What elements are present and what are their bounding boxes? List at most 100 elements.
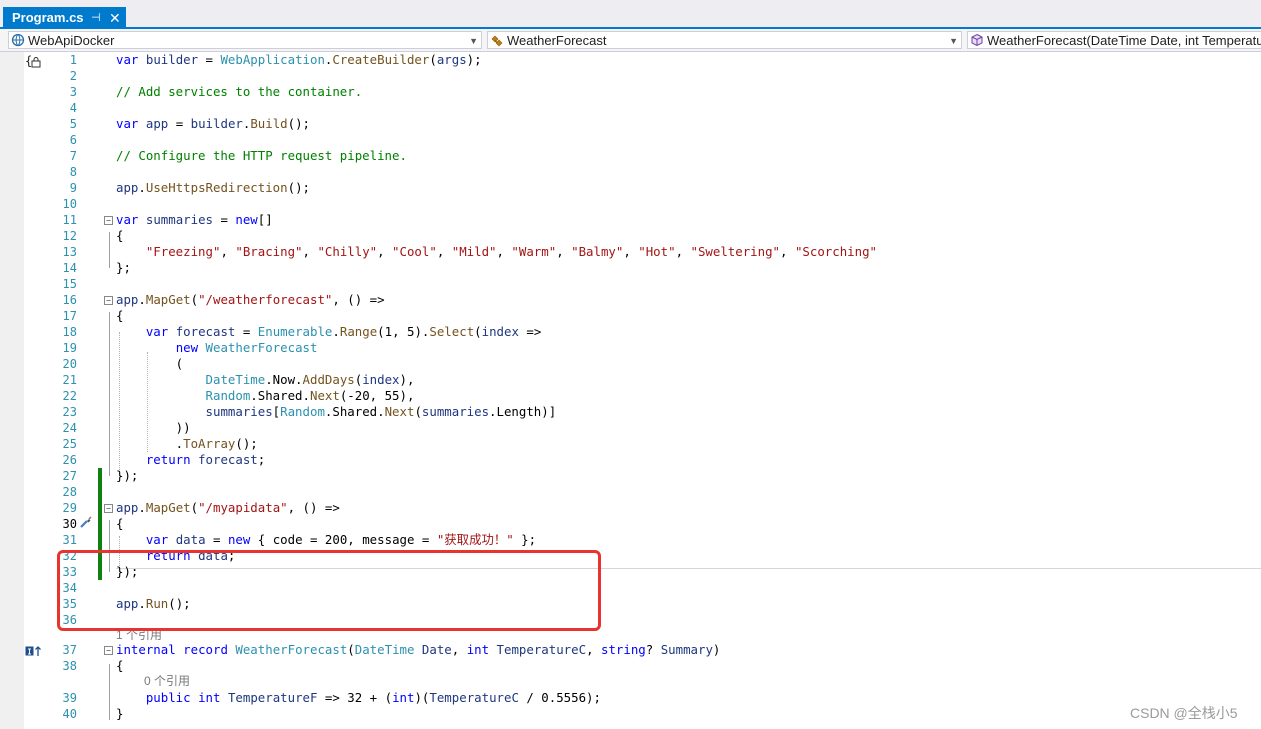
code-line[interactable]: 2 — [0, 68, 1261, 84]
pin-icon[interactable]: ⊣ — [91, 7, 101, 29]
line-number: 2 — [69, 69, 77, 83]
code-line[interactable]: 25 .ToArray(); — [0, 436, 1261, 452]
code-line[interactable]: 9 app.UseHttpsRedirection(); — [0, 180, 1261, 196]
code-text: { — [116, 516, 124, 531]
code-line[interactable]: 39 public int TemperatureF => 32 + (int)… — [0, 690, 1261, 706]
collapse-icon[interactable]: − — [104, 646, 113, 655]
code-text: ( — [116, 356, 184, 371]
code-line[interactable]: 30 { — [0, 516, 1261, 532]
document-tab-strip: Program.cs ⊣ ✕ — [0, 0, 1261, 29]
code-line[interactable]: 10 — [0, 196, 1261, 212]
code-text: .ToArray(); — [116, 436, 258, 451]
line-number: 4 — [69, 101, 77, 115]
collapse-icon[interactable]: − — [104, 296, 113, 305]
line-number: 29 — [62, 501, 77, 515]
chevron-down-icon: ▼ — [949, 36, 958, 46]
code-line[interactable]: 20 ( — [0, 356, 1261, 372]
code-line[interactable]: 40} — [0, 706, 1261, 722]
annotation-highlight-box — [57, 550, 601, 631]
code-line[interactable]: 15 — [0, 276, 1261, 292]
watermark: CSDN @全栈小5 — [1130, 705, 1238, 721]
code-text: // Configure the HTTP request pipeline. — [116, 148, 407, 163]
code-editor[interactable]: { 1 个引用 0 个引用 1 var builder = WebApplicat… — [0, 52, 1261, 729]
code-line[interactable]: 17 { — [0, 308, 1261, 324]
code-line[interactable]: 24 )) — [0, 420, 1261, 436]
line-number: 5 — [69, 117, 77, 131]
line-number: 8 — [69, 165, 77, 179]
code-text: )) — [116, 420, 191, 435]
line-number: 9 — [69, 181, 77, 195]
tab-program-cs[interactable]: Program.cs ⊣ ✕ — [3, 7, 126, 29]
line-number: 11 — [62, 213, 77, 227]
code-line[interactable]: 13 "Freezing", "Bracing", "Chilly", "Coo… — [0, 244, 1261, 260]
type-dropdown[interactable]: WeatherForecast ▼ — [487, 31, 962, 49]
code-line[interactable]: 3 // Add services to the container. — [0, 84, 1261, 100]
code-text: var builder = WebApplication.CreateBuild… — [116, 52, 482, 67]
line-number: 38 — [62, 659, 77, 673]
line-number: 6 — [69, 133, 77, 147]
line-number: 24 — [62, 421, 77, 435]
code-line[interactable]: 22 Random.Shared.Next(-20, 55), — [0, 388, 1261, 404]
code-text: var forecast = Enumerable.Range(1, 5).Se… — [145, 324, 542, 339]
code-line[interactable]: 23 summaries[Random.Shared.Next(summarie… — [0, 404, 1261, 420]
line-number: 3 — [69, 85, 77, 99]
code-line[interactable]: 21 DateTime.Now.AddDays(index), — [0, 372, 1261, 388]
code-line[interactable]: 31 var data = new { code = 200, message … — [0, 532, 1261, 548]
member-dropdown-label: WeatherForecast(DateTime Date, int Tempe… — [987, 33, 1261, 48]
line-number: 23 — [62, 405, 77, 419]
csharp-project-icon — [11, 33, 25, 47]
code-line[interactable]: 6 — [0, 132, 1261, 148]
line-number: 25 — [62, 437, 77, 451]
code-text: app.UseHttpsRedirection(); — [116, 180, 310, 195]
line-number: 31 — [62, 533, 77, 547]
line-number: 14 — [62, 261, 77, 275]
code-line[interactable]: 29 − app.MapGet("/myapidata", () => — [0, 500, 1261, 516]
code-line[interactable]: 19 new WeatherForecast — [0, 340, 1261, 356]
code-line[interactable]: 11 − var summaries = new[] — [0, 212, 1261, 228]
line-number: 18 — [62, 325, 77, 339]
code-line[interactable]: 28 — [0, 484, 1261, 500]
code-line[interactable]: 5 var app = builder.Build(); — [0, 116, 1261, 132]
line-number: 13 — [62, 245, 77, 259]
code-line[interactable]: 8 — [0, 164, 1261, 180]
code-text: { — [116, 228, 124, 243]
tab-title: Program.cs — [12, 10, 84, 25]
code-text: internal record WeatherForecast(DateTime… — [116, 642, 721, 657]
line-number: 19 — [62, 341, 77, 355]
line-number: 28 — [62, 485, 77, 499]
type-dropdown-label: WeatherForecast — [507, 33, 607, 48]
code-line[interactable]: 1 var builder = WebApplication.CreateBuil… — [0, 52, 1261, 68]
project-dropdown[interactable]: WebApiDocker ▼ — [8, 31, 482, 49]
member-cube-icon — [971, 33, 983, 47]
code-line[interactable]: 37 − internal record WeatherForecast(DateT… — [0, 642, 1261, 658]
code-text: DateTime.Now.AddDays(index), — [205, 372, 415, 387]
code-text: // Add services to the container. — [116, 84, 363, 99]
line-number: 37 — [62, 643, 77, 657]
csharp-class-icon — [491, 35, 503, 47]
member-dropdown[interactable]: WeatherForecast(DateTime Date, int Tempe… — [967, 31, 1261, 49]
code-line[interactable]: 7 // Configure the HTTP request pipeline. — [0, 148, 1261, 164]
code-text: { — [116, 308, 124, 323]
close-icon[interactable]: ✕ — [109, 7, 121, 29]
code-text: }); — [116, 468, 139, 483]
code-line[interactable]: 16 − app.MapGet("/weatherforecast", () => — [0, 292, 1261, 308]
codelens-references[interactable]: 0 个引用 — [144, 672, 190, 689]
code-line[interactable]: 12 { — [0, 228, 1261, 244]
line-number: 7 — [69, 149, 77, 163]
line-number: 20 — [62, 357, 77, 371]
code-text: var app = builder.Build(); — [116, 116, 311, 131]
collapse-icon[interactable]: − — [104, 504, 113, 513]
code-line[interactable]: 27}); — [0, 468, 1261, 484]
line-number: 10 — [62, 197, 77, 211]
code-line[interactable]: 4 — [0, 100, 1261, 116]
code-line[interactable]: 26 return forecast; — [0, 452, 1261, 468]
code-text: var summaries = new[] — [116, 212, 273, 227]
code-text: } — [116, 706, 124, 721]
collapse-icon[interactable]: − — [104, 216, 113, 225]
line-number: 26 — [62, 453, 77, 467]
code-line[interactable]: 14}; — [0, 260, 1261, 276]
code-line[interactable]: 18 var forecast = Enumerable.Range(1, 5)… — [0, 324, 1261, 340]
code-text: var data = new { code = 200, message = "… — [145, 532, 537, 547]
code-line[interactable]: 38 { — [0, 658, 1261, 674]
line-number: 22 — [62, 389, 77, 403]
